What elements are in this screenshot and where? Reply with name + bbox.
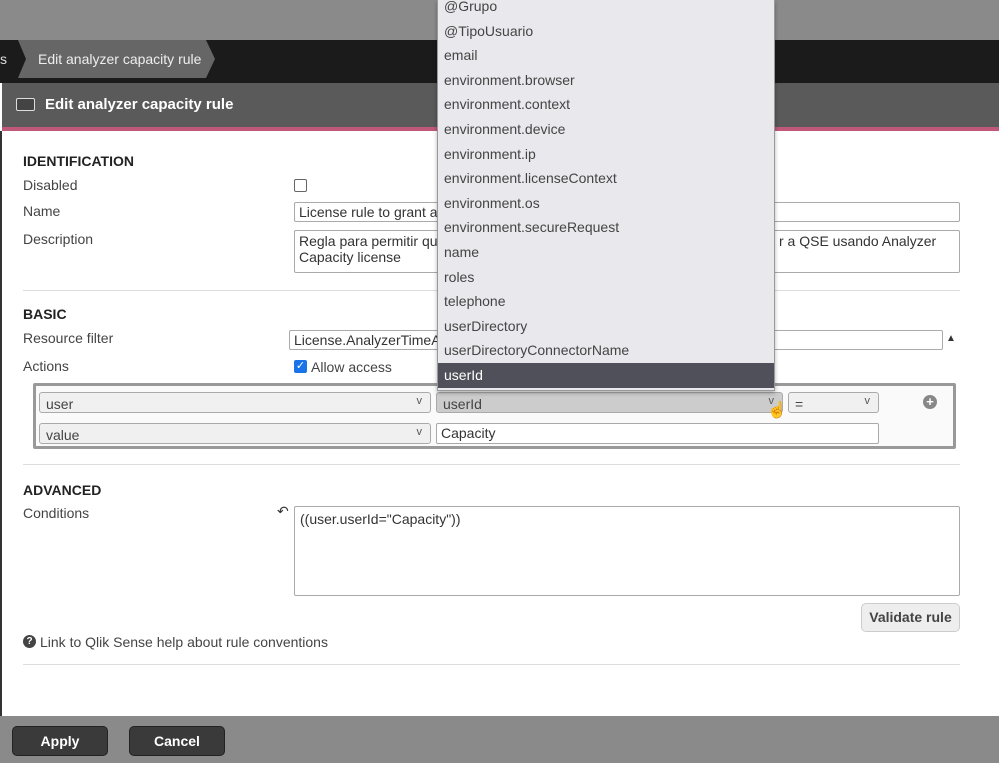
property-select-value: userId	[443, 396, 482, 412]
collapse-up-icon[interactable]: ▲	[946, 333, 956, 344]
resource-filter-label: Resource filter	[23, 330, 114, 346]
dropdown-item[interactable]: environment.browser	[438, 68, 774, 93]
dropdown-item[interactable]: @TipoUsuario	[438, 19, 774, 44]
value-type-select-value: value	[46, 427, 80, 443]
dropdown-item[interactable]: environment.licenseContext	[438, 166, 774, 191]
disabled-checkbox[interactable]	[294, 179, 307, 192]
dropdown-item[interactable]: environment.ip	[438, 142, 774, 167]
undo-icon[interactable]: ↶	[277, 503, 289, 520]
description-text-left: Regla para permitir qu	[299, 233, 438, 249]
object-select-value: user	[46, 396, 74, 412]
disabled-label: Disabled	[23, 177, 78, 193]
dropdown-item[interactable]: environment.os	[438, 191, 774, 216]
apply-button[interactable]: Apply	[12, 726, 108, 756]
chevron-down-icon: v	[416, 426, 423, 438]
property-dropdown-list: @Grupo @TipoUsuario email environment.brows…	[437, 0, 775, 391]
validate-rule-button[interactable]: Validate rule	[861, 603, 960, 632]
dropdown-item[interactable]: email	[438, 43, 774, 68]
add-condition-icon[interactable]: +	[923, 395, 937, 409]
dropdown-item[interactable]: name	[438, 240, 774, 265]
allow-access-checkbox[interactable]: ✓	[294, 360, 307, 373]
operator-select[interactable]: = v	[788, 392, 879, 413]
cancel-button[interactable]: Cancel	[129, 726, 225, 756]
description-text-line2: Capacity license	[299, 249, 401, 265]
conditions-textarea[interactable]: ((user.userId="Capacity"))	[294, 506, 960, 596]
name-label: Name	[23, 203, 61, 219]
basic-heading: BASIC	[23, 306, 67, 322]
divider	[23, 664, 960, 665]
divider	[23, 464, 960, 465]
chevron-down-icon: v	[864, 395, 871, 407]
dropdown-item[interactable]: environment.secureRequest	[438, 215, 774, 240]
dropdown-item[interactable]: userId	[438, 362, 774, 388]
actions-label: Actions	[23, 358, 69, 374]
advanced-heading: ADVANCED	[23, 482, 102, 498]
breadcrumb-previous[interactable]: s	[0, 40, 7, 78]
chevron-down-icon: v	[416, 395, 423, 407]
dropdown-item[interactable]: roles	[438, 265, 774, 290]
cursor-hand-icon: ☝	[767, 402, 787, 419]
dropdown-item[interactable]: telephone	[438, 289, 774, 314]
conditions-label: Conditions	[23, 505, 90, 521]
description-text-right: r a QSE usando Analyzer	[779, 233, 937, 249]
dropdown-item[interactable]: environment.context	[438, 92, 774, 117]
dropdown-item[interactable]: userDirectoryConnectorName	[438, 338, 774, 363]
description-label: Description	[23, 231, 94, 247]
property-select[interactable]: userId v	[436, 392, 783, 413]
dropdown-item[interactable]: userDirectory	[438, 314, 774, 339]
operator-select-value: =	[795, 396, 804, 412]
identification-heading: IDENTIFICATION	[23, 153, 134, 169]
dropdown-item[interactable]: environment.device	[438, 117, 774, 142]
id-card-icon	[16, 98, 35, 111]
breadcrumb-current: Edit analyzer capacity rule	[18, 40, 215, 78]
help-link[interactable]: Link to Qlik Sense help about rule conve…	[40, 634, 328, 650]
dropdown-item[interactable]: @Grupo	[438, 0, 774, 19]
help-icon: ?	[23, 635, 36, 648]
allow-access-label: Allow access	[311, 359, 392, 375]
value-type-select[interactable]: value v	[39, 423, 431, 444]
object-select[interactable]: user v	[39, 392, 431, 413]
value-input[interactable]: Capacity	[436, 423, 879, 444]
